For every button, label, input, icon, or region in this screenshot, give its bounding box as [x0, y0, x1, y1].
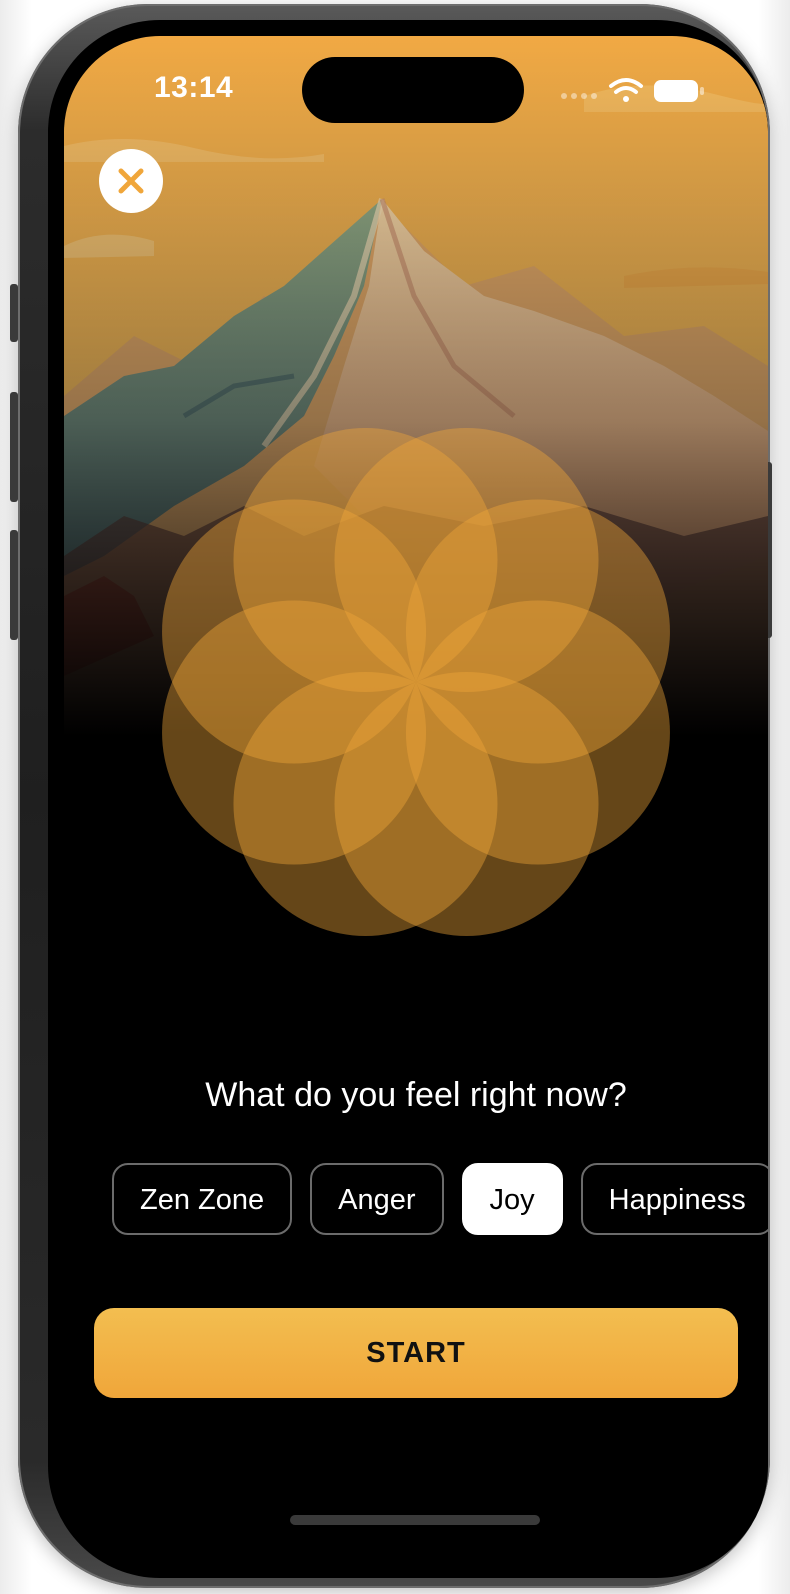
close-icon: [118, 168, 144, 194]
volume-down-button: [10, 530, 18, 640]
dynamic-island: [302, 57, 524, 123]
status-icons: [561, 78, 704, 102]
mood-question: What do you feel right now?: [205, 1076, 627, 1114]
start-button[interactable]: START: [94, 1308, 738, 1398]
screen: 13:14 What do you feel right now? Zen Zo…: [48, 20, 768, 1578]
mood-chip-anger[interactable]: Anger: [310, 1163, 444, 1235]
flower-petals: [162, 428, 670, 936]
mood-chip-joy[interactable]: Joy: [461, 1163, 563, 1235]
app-screen: 13:14 What do you feel right now? Zen Zo…: [64, 36, 768, 1548]
mood-options[interactable]: Zen Zone Anger Joy Happiness: [112, 1163, 768, 1239]
wifi-icon: [609, 78, 643, 102]
page: 13:14 What do you feel right now? Zen Zo…: [0, 0, 790, 1594]
cellular-dots-icon: [561, 93, 597, 99]
breathing-flower: [162, 428, 670, 936]
home-indicator: [290, 1515, 540, 1525]
mood-chip-zen-zone[interactable]: Zen Zone: [112, 1163, 293, 1235]
phone-frame: 13:14 What do you feel right now? Zen Zo…: [10, 4, 772, 1588]
volume-up-button: [10, 392, 18, 502]
action-button: [10, 284, 18, 342]
flower-petal: [233, 428, 498, 693]
status-time: 13:14: [154, 71, 234, 104]
close-button[interactable]: [99, 149, 163, 213]
mood-chip-happiness[interactable]: Happiness: [580, 1163, 768, 1235]
battery-icon: [654, 80, 704, 102]
